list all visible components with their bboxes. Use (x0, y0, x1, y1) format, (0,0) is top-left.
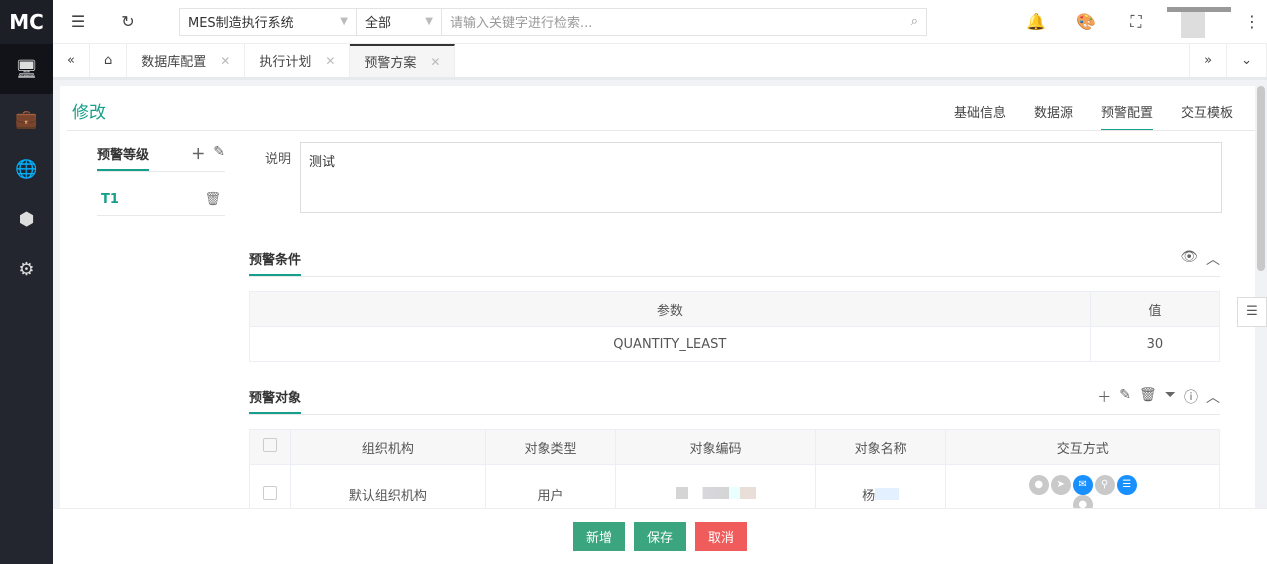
select-all-checkbox[interactable] (263, 438, 277, 452)
monitor-icon[interactable]: 🖥 (0, 44, 53, 94)
email-icon[interactable]: ✉ (1072, 474, 1093, 495)
gear-icon[interactable]: ⚙ (0, 244, 53, 294)
wechat-icon[interactable]: ● (1028, 474, 1049, 495)
add-button[interactable]: 新增 (572, 522, 625, 551)
dingtalk-icon[interactable]: ➤ (1050, 474, 1071, 495)
info-icon[interactable]: ⓘ (1184, 387, 1198, 414)
alert-level-panel: 预警等级 ＋ ✎ T1 🗑 (97, 144, 225, 216)
close-icon[interactable]: ✕ (220, 54, 230, 68)
type-cell: 用户 (484, 464, 617, 508)
scroll-left-icon[interactable]: « (53, 44, 90, 77)
scope-select[interactable]: 全部 ▼ (357, 7, 442, 36)
tab-alert-plan[interactable]: 预警方案 ✕ (350, 44, 456, 77)
logo: MC (0, 0, 53, 44)
column-header: 组织机构 (290, 429, 486, 465)
collapse-icon[interactable]: ︿ (1206, 249, 1220, 276)
channels-cell: ● ➤ ✉ ⚲ ☰ ● (945, 464, 1220, 508)
code-cell (615, 464, 816, 508)
tab-data-source[interactable]: 数据源 (1034, 102, 1073, 131)
name-text: 杨 (862, 489, 876, 504)
chevron-down-icon[interactable]: ⌄ (1227, 44, 1267, 77)
home-icon[interactable]: ⌂ (90, 44, 128, 77)
bell-icon[interactable]: 🔔 (1011, 12, 1061, 31)
param-cell: QUANTITY_LEAST (249, 326, 1091, 362)
fullscreen-icon[interactable]: ⛶ (1111, 12, 1161, 32)
table-row[interactable]: QUANTITY_LEAST 30 (249, 326, 1221, 362)
tab-execution-plan[interactable]: 执行计划 ✕ (245, 44, 351, 77)
trash-icon[interactable]: 🗑 (1139, 387, 1157, 414)
search-placeholder: 请输入关键字进行检索... (450, 16, 593, 31)
conditions-header: 预警条件 👁 ︿ (249, 249, 1220, 277)
filter-icon[interactable]: ⏷ (1165, 387, 1176, 414)
tab-basic-info[interactable]: 基础信息 (954, 102, 1006, 131)
search-icon[interactable]: ⌕ (911, 14, 918, 29)
avatar[interactable] (1167, 6, 1231, 38)
divider (67, 130, 1255, 131)
caret-down-icon: ▼ (340, 16, 348, 27)
sidebar: MC 🖥 💼 🌐 ⬢ ⚙ (0, 0, 53, 564)
description-field[interactable]: 测试 (300, 142, 1222, 213)
tab-bar: « ⌂ 数据库配置 ✕ 执行计划 ✕ 预警方案 ✕ » ⌄ (53, 44, 1267, 80)
column-header: 对象类型 (484, 429, 617, 465)
add-icon[interactable]: ＋ (1097, 387, 1111, 414)
column-header: 值 (1089, 291, 1221, 327)
edit-icon[interactable]: ✎ (1119, 387, 1131, 414)
edit-icon[interactable]: ✎ (213, 144, 225, 171)
column-header: 对象名称 (814, 429, 947, 465)
tab-label: 执行计划 (259, 55, 312, 70)
column-header: 交互方式 (945, 429, 1220, 465)
system-value: MES制造执行系统 (188, 16, 294, 31)
briefcase-icon[interactable]: 💼 (0, 94, 53, 144)
level-item[interactable]: T1 🗑 (97, 178, 225, 216)
globe-icon[interactable]: 🌐 (0, 144, 53, 194)
close-icon[interactable]: ✕ (325, 54, 335, 68)
tab-alert-config[interactable]: 预警配置 (1100, 102, 1153, 131)
value-cell: 30 (1089, 326, 1221, 362)
add-icon[interactable]: ＋ (191, 144, 205, 171)
scope-value: 全部 (365, 16, 392, 31)
description-label: 说明 (265, 152, 292, 167)
scroll-right-icon[interactable]: » (1189, 44, 1228, 77)
cancel-button[interactable]: 取消 (695, 522, 748, 551)
conditions-table: 参数值 QUANTITY_LEAST 30 (249, 291, 1221, 362)
side-drawer-icon[interactable]: ☰ (1237, 297, 1267, 327)
targets-title: 预警对象 (249, 387, 302, 414)
tab-label: 数据库配置 (141, 55, 207, 70)
conditions-title: 预警条件 (249, 249, 302, 276)
column-header: 参数 (249, 291, 1091, 327)
scrollbar[interactable] (1257, 86, 1265, 271)
targets-header: 预警对象 ＋ ✎ 🗑 ⏷ ⓘ ︿ (249, 387, 1220, 415)
more-icon[interactable]: ⋮ (1237, 12, 1267, 31)
webhook-icon[interactable]: ⚲ (1094, 474, 1115, 495)
targets-table: 组织机构 对象类型 对象编码 对象名称 交互方式 默认组织机构 用户 杨 ● ➤ ✉… (249, 429, 1220, 508)
api-icon[interactable]: ⬢ (0, 194, 53, 244)
palette-icon[interactable]: 🎨 (1061, 12, 1111, 31)
org-cell: 默认组织机构 (290, 464, 486, 508)
close-icon[interactable]: ✕ (430, 55, 440, 69)
collapse-icon[interactable]: ︿ (1206, 387, 1220, 414)
system-select[interactable]: MES制造执行系统 ▼ (179, 7, 357, 36)
search-input[interactable]: 请输入关键字进行检索... ⌕ (442, 7, 927, 36)
page-title: 修改 (72, 103, 106, 123)
alert-level-title: 预警等级 (97, 144, 150, 171)
trash-icon[interactable]: 🗑 (204, 192, 221, 207)
column-header: 对象编码 (615, 429, 816, 465)
edit-panel: 修改 基础信息 数据源 预警配置 交互模板 预警等级 ＋ ✎ T1 🗑 说明 测试 预… (60, 86, 1255, 508)
name-cell: 杨 (814, 464, 947, 508)
menu-toggle-icon[interactable]: ☰ (53, 12, 103, 31)
table-row[interactable]: 默认组织机构 用户 杨 ● ➤ ✉ ⚲ ☰ ● (249, 464, 1220, 508)
tab-database-config[interactable]: 数据库配置 ✕ (127, 44, 246, 77)
tab-interaction-template[interactable]: 交互模板 (1181, 102, 1233, 131)
save-button[interactable]: 保存 (633, 522, 686, 551)
footer: 新增 保存 取消 (53, 508, 1267, 564)
eye-icon[interactable]: 👁 (1180, 249, 1198, 276)
row-checkbox[interactable] (263, 485, 277, 500)
message-icon[interactable]: ☰ (1116, 474, 1137, 495)
tab-label: 预警方案 (364, 56, 417, 71)
robot-icon[interactable]: ● (1072, 494, 1093, 508)
level-label: T1 (101, 192, 119, 207)
refresh-icon[interactable]: ↻ (103, 12, 153, 31)
caret-down-icon: ▼ (425, 16, 433, 27)
top-bar: ☰ ↻ MES制造执行系统 ▼ 全部 ▼ 请输入关键字进行检索... ⌕ 🔔 🎨 ⛶ … (53, 0, 1267, 44)
